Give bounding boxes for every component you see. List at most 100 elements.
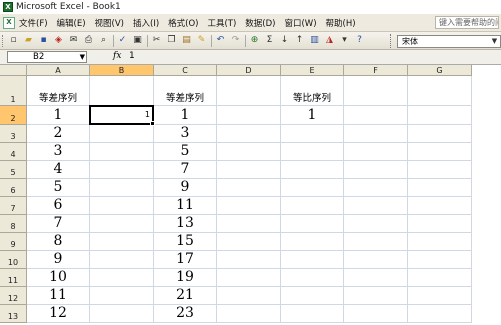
row-header-4[interactable]: 4 bbox=[0, 143, 27, 161]
row-header-6[interactable]: 6 bbox=[0, 179, 27, 197]
cell-e11[interactable] bbox=[281, 269, 344, 287]
cell-e2[interactable]: 1 bbox=[281, 106, 344, 125]
menu-tools[interactable]: 工具(T) bbox=[207, 17, 236, 29]
chevron-down-icon[interactable]: ▼ bbox=[490, 37, 499, 46]
save-icon[interactable]: ▪ bbox=[38, 35, 49, 46]
cell-c12[interactable]: 21 bbox=[154, 287, 217, 305]
menu-format[interactable]: 格式(O) bbox=[168, 17, 198, 29]
cell-c6[interactable]: 9 bbox=[154, 179, 217, 197]
row-header-7[interactable]: 7 bbox=[0, 197, 27, 215]
cell-e5[interactable] bbox=[281, 161, 344, 179]
cell-a7[interactable]: 6 bbox=[27, 197, 90, 215]
cell-c8[interactable]: 13 bbox=[154, 215, 217, 233]
cell-d7[interactable] bbox=[217, 197, 281, 215]
cell-b10[interactable] bbox=[90, 251, 154, 269]
cell-a9[interactable]: 8 bbox=[27, 233, 90, 251]
cell-c10[interactable]: 17 bbox=[154, 251, 217, 269]
cell-a1[interactable]: 等差序列 bbox=[27, 76, 90, 106]
cell-e4[interactable] bbox=[281, 143, 344, 161]
undo-icon[interactable]: ↶ bbox=[215, 35, 226, 46]
cell-b13[interactable] bbox=[90, 305, 154, 323]
cell-a8[interactable]: 7 bbox=[27, 215, 90, 233]
menu-data[interactable]: 数据(D) bbox=[245, 17, 275, 29]
cell-b8[interactable] bbox=[90, 215, 154, 233]
row-header-13[interactable]: 13 bbox=[0, 305, 27, 323]
cell-e8[interactable] bbox=[281, 215, 344, 233]
cell-d12[interactable] bbox=[217, 287, 281, 305]
print-preview-icon[interactable]: ⌕ bbox=[98, 35, 109, 46]
column-header-e[interactable]: E bbox=[281, 65, 344, 76]
new-icon[interactable]: ▫ bbox=[8, 35, 19, 46]
cell-a12[interactable]: 11 bbox=[27, 287, 90, 305]
column-header-d[interactable]: D bbox=[217, 65, 281, 76]
cell-g4[interactable] bbox=[408, 143, 472, 161]
cell-d3[interactable] bbox=[217, 125, 281, 143]
insert-function-icon[interactable]: fx bbox=[113, 51, 121, 61]
cell-e7[interactable] bbox=[281, 197, 344, 215]
column-header-b[interactable]: B bbox=[90, 65, 154, 76]
chart-wizard-icon[interactable]: ▥ bbox=[309, 35, 320, 46]
cell-a3[interactable]: 2 bbox=[27, 125, 90, 143]
cell-a13[interactable]: 12 bbox=[27, 305, 90, 323]
fill-handle[interactable] bbox=[150, 121, 155, 126]
row-header-10[interactable]: 10 bbox=[0, 251, 27, 269]
cell-d4[interactable] bbox=[217, 143, 281, 161]
cell-c2[interactable]: 1 bbox=[154, 106, 217, 125]
menu-view[interactable]: 视图(V) bbox=[95, 17, 124, 29]
cell-b7[interactable] bbox=[90, 197, 154, 215]
zoom-icon[interactable]: ▾ bbox=[339, 35, 350, 46]
sort-ascending-icon[interactable]: ↓ bbox=[279, 35, 290, 46]
menu-help[interactable]: 帮助(H) bbox=[326, 17, 356, 29]
workbook-icon[interactable]: X bbox=[3, 16, 15, 29]
cell-c5[interactable]: 7 bbox=[154, 161, 217, 179]
cell-b4[interactable] bbox=[90, 143, 154, 161]
cell-g3[interactable] bbox=[408, 125, 472, 143]
cell-f2[interactable] bbox=[344, 106, 408, 125]
help-search-input[interactable]: 键入需要帮助的问题 bbox=[435, 16, 499, 29]
cell-e9[interactable] bbox=[281, 233, 344, 251]
redo-icon[interactable]: ↷ bbox=[230, 35, 241, 46]
cell-d13[interactable] bbox=[217, 305, 281, 323]
cell-g2[interactable] bbox=[408, 106, 472, 125]
help-icon[interactable]: ? bbox=[354, 35, 365, 46]
cell-a5[interactable]: 4 bbox=[27, 161, 90, 179]
hyperlink-icon[interactable]: ⊕ bbox=[249, 35, 260, 46]
cell-c3[interactable]: 3 bbox=[154, 125, 217, 143]
cell-f8[interactable] bbox=[344, 215, 408, 233]
menu-edit[interactable]: 编辑(E) bbox=[57, 17, 86, 29]
cell-d11[interactable] bbox=[217, 269, 281, 287]
menu-file[interactable]: 文件(F) bbox=[19, 17, 48, 29]
select-all-corner[interactable] bbox=[0, 65, 27, 76]
cell-g11[interactable] bbox=[408, 269, 472, 287]
autosum-icon[interactable]: Σ bbox=[264, 35, 275, 46]
permission-icon[interactable]: ◈ bbox=[53, 35, 64, 46]
cell-c7[interactable]: 11 bbox=[154, 197, 217, 215]
row-header-12[interactable]: 12 bbox=[0, 287, 27, 305]
email-icon[interactable]: ✉ bbox=[68, 35, 79, 46]
cell-a4[interactable]: 3 bbox=[27, 143, 90, 161]
cell-d9[interactable] bbox=[217, 233, 281, 251]
active-cell-b2[interactable]: 1 bbox=[89, 105, 154, 125]
cell-g12[interactable] bbox=[408, 287, 472, 305]
cell-b3[interactable] bbox=[90, 125, 154, 143]
cell-f12[interactable] bbox=[344, 287, 408, 305]
cell-b5[interactable] bbox=[90, 161, 154, 179]
cell-c1[interactable]: 等差序列 bbox=[154, 76, 217, 106]
cell-g10[interactable] bbox=[408, 251, 472, 269]
cell-f7[interactable] bbox=[344, 197, 408, 215]
cell-d5[interactable] bbox=[217, 161, 281, 179]
cell-b9[interactable] bbox=[90, 233, 154, 251]
paste-icon[interactable]: ▤ bbox=[181, 35, 192, 46]
research-icon[interactable]: ▣ bbox=[132, 35, 143, 46]
cell-e13[interactable] bbox=[281, 305, 344, 323]
cell-b11[interactable] bbox=[90, 269, 154, 287]
row-header-3[interactable]: 3 bbox=[0, 125, 27, 143]
chevron-down-icon[interactable]: ▼ bbox=[80, 53, 85, 62]
cell-c9[interactable]: 15 bbox=[154, 233, 217, 251]
cell-e3[interactable] bbox=[281, 125, 344, 143]
cell-e12[interactable] bbox=[281, 287, 344, 305]
cell-a11[interactable]: 10 bbox=[27, 269, 90, 287]
cell-a6[interactable]: 5 bbox=[27, 179, 90, 197]
cell-f6[interactable] bbox=[344, 179, 408, 197]
format-painter-icon[interactable]: ✎ bbox=[196, 35, 207, 46]
